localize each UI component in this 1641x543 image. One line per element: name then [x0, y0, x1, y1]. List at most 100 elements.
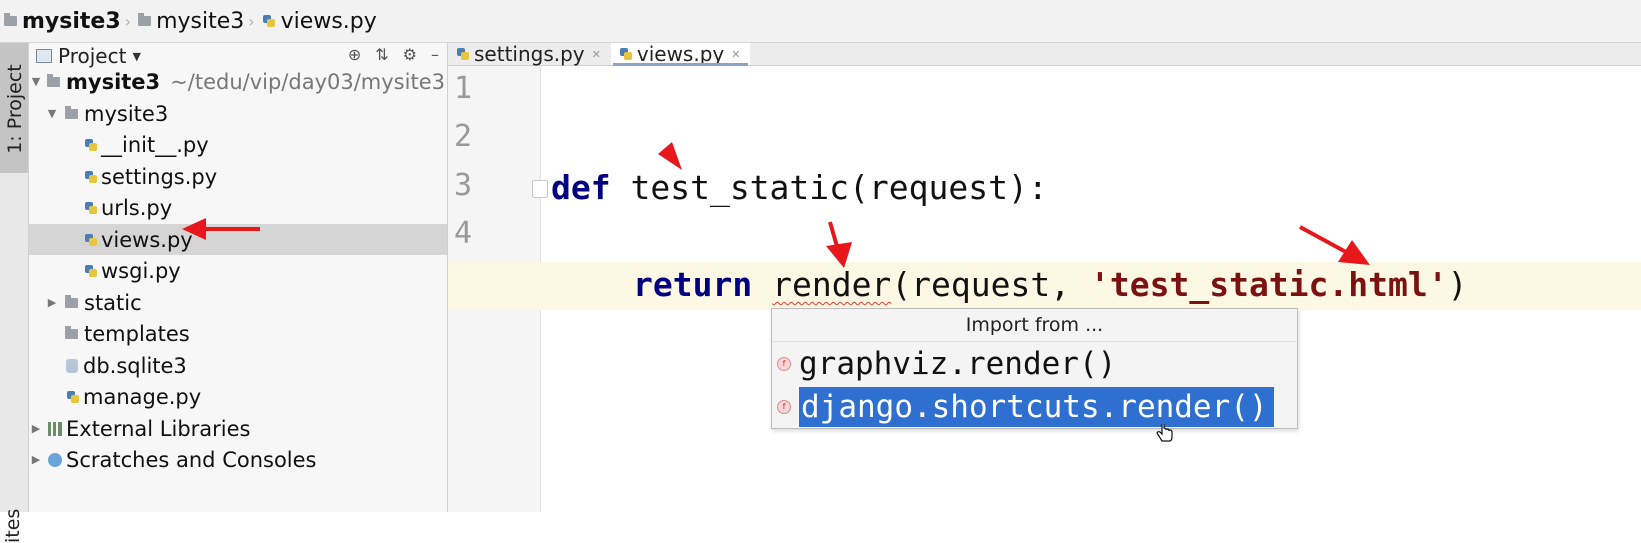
- code-text: (request,: [891, 265, 1090, 304]
- tree-item-external-libraries[interactable]: ▶ External Libraries: [29, 413, 447, 444]
- import-popup: Import from ... f graphviz.render() f dj…: [771, 308, 1298, 429]
- unresolved-reference[interactable]: render: [772, 265, 891, 304]
- hide-icon[interactable]: –: [431, 45, 439, 64]
- folder-icon: [65, 294, 78, 308]
- project-tool-button[interactable]: 1: Project: [0, 43, 28, 173]
- python-file-icon: [84, 201, 98, 215]
- project-panel-title[interactable]: Project: [58, 44, 126, 68]
- collapse-all-icon[interactable]: ⇅: [375, 45, 388, 64]
- tree-item-label: Scratches and Consoles: [66, 447, 317, 472]
- import-option-label: graphviz.render(): [799, 346, 1117, 382]
- tree-item-folder[interactable]: ▶ static: [29, 287, 447, 318]
- line-number: 1: [454, 71, 473, 106]
- folder-icon: [65, 105, 78, 119]
- folder-icon: [4, 13, 17, 26]
- tree-item-path: ~/tedu/vip/day03/mysite3: [170, 69, 445, 94]
- code-text: ): [1447, 265, 1468, 304]
- locate-icon[interactable]: ⊕: [348, 45, 361, 64]
- import-option[interactable]: f graphviz.render(): [772, 342, 1297, 386]
- folder-icon: [138, 13, 152, 26]
- code-editor[interactable]: def test_static(request): return render(…: [448, 66, 1641, 512]
- tree-item-file[interactable]: settings.py: [29, 161, 447, 192]
- favorites-tool-label: ites: [2, 508, 24, 543]
- gear-icon[interactable]: ⚙: [403, 45, 417, 64]
- tree-item-label: settings.py: [101, 164, 218, 189]
- chevron-down-icon[interactable]: ▼: [132, 50, 140, 63]
- tree-item-folder[interactable]: ▼ mysite3: [29, 98, 447, 129]
- editor-tab-bar: settings.py ✕ views.py ✕: [448, 42, 1641, 66]
- scratches-icon: [48, 452, 62, 467]
- tool-window-stripe: 1: Project ites: [0, 43, 29, 543]
- tree-item-label: __init__.py: [101, 132, 209, 157]
- import-option-label: django.shortcuts.render(): [799, 387, 1274, 427]
- chevron-right-icon[interactable]: ▶: [29, 422, 43, 435]
- tree-item-label: urls.py: [101, 195, 173, 220]
- chevron-down-icon[interactable]: ▼: [45, 107, 59, 120]
- annotation-arrow-icon: [182, 218, 260, 240]
- breadcrumb-item[interactable]: views.py: [258, 9, 377, 34]
- tab-label: views.py: [636, 42, 725, 66]
- popup-title: Import from ...: [772, 309, 1297, 342]
- tree-item-file[interactable]: __init__.py: [29, 129, 447, 160]
- breadcrumb-label: mysite3: [156, 8, 245, 34]
- project-panel: Project ▼ ⊕ ⇅ ⚙ – ▼ mysite3 ~/tedu/vip/d…: [29, 43, 448, 512]
- python-file-icon: [619, 47, 633, 61]
- tree-item-label: db.sqlite3: [83, 353, 187, 378]
- breadcrumb-label: mysite3: [22, 8, 121, 34]
- breadcrumb-item[interactable]: mysite3: [0, 9, 121, 34]
- tree-item-file[interactable]: wsgi.py: [29, 255, 447, 286]
- tree-item-label: wsgi.py: [101, 258, 181, 283]
- folder-icon: [47, 73, 60, 87]
- line-number: 4: [454, 216, 473, 251]
- keyword: def: [551, 168, 611, 207]
- function-icon: f: [777, 400, 791, 414]
- chevron-down-icon[interactable]: ▼: [29, 75, 43, 88]
- tree-item-label: External Libraries: [66, 416, 251, 441]
- python-file-icon: [84, 138, 98, 152]
- annotation-arrow-icon: [1299, 225, 1370, 265]
- project-view-icon: [36, 49, 52, 63]
- breadcrumb-separator: ›: [248, 11, 255, 31]
- library-icon: [48, 421, 62, 436]
- folder-icon: [65, 325, 78, 339]
- string-literal: 'test_static.html': [1090, 265, 1448, 304]
- line-number: 2: [454, 119, 473, 154]
- close-icon[interactable]: ✕: [731, 48, 740, 61]
- tab-views-py[interactable]: views.py ✕: [610, 42, 751, 66]
- python-file-icon: [456, 47, 470, 61]
- tree-item-label: mysite3: [66, 69, 161, 94]
- chevron-right-icon[interactable]: ▶: [45, 296, 59, 309]
- breadcrumb-separator: ›: [124, 11, 132, 31]
- line-number: 3: [454, 168, 473, 203]
- tree-item-file[interactable]: db.sqlite3: [29, 350, 447, 381]
- function-icon: f: [777, 357, 791, 371]
- keyword: return: [633, 265, 753, 304]
- navigation-bar: mysite3 › mysite3 › views.py: [0, 0, 1641, 43]
- import-option-selected[interactable]: f django.shortcuts.render(): [772, 385, 1297, 429]
- project-tool-label: 1: Project: [4, 64, 26, 154]
- tree-item-label: views.py: [101, 227, 193, 252]
- code-line-3: def test_static(request):: [551, 168, 1048, 207]
- tree-item-label: static: [84, 290, 142, 315]
- tree-item-folder[interactable]: templates: [29, 318, 447, 349]
- tree-item-scratches[interactable]: ▶ Scratches and Consoles: [29, 444, 447, 475]
- python-file-icon: [84, 170, 98, 184]
- hand-cursor-icon: [1156, 424, 1173, 442]
- breadcrumb-label: views.py: [280, 8, 377, 34]
- annotation-arrow-icon: [658, 142, 682, 170]
- python-file-icon: [66, 390, 80, 404]
- python-file-icon: [262, 14, 276, 28]
- chevron-right-icon[interactable]: ▶: [29, 453, 43, 466]
- tree-item-label: manage.py: [83, 384, 202, 409]
- python-file-icon: [84, 264, 98, 278]
- tree-item-root[interactable]: ▼ mysite3 ~/tedu/vip/day03/mysite3: [29, 66, 447, 97]
- close-icon[interactable]: ✕: [592, 48, 601, 61]
- annotation-arrow-icon: [826, 221, 852, 268]
- tab-settings-py[interactable]: settings.py ✕: [448, 42, 611, 66]
- database-file-icon: [66, 358, 78, 373]
- tree-item-file[interactable]: manage.py: [29, 381, 447, 412]
- tree-item-label: mysite3: [84, 101, 169, 126]
- python-file-icon: [84, 233, 98, 247]
- breadcrumb-item[interactable]: mysite3: [134, 9, 244, 34]
- tab-label: settings.py: [474, 42, 585, 66]
